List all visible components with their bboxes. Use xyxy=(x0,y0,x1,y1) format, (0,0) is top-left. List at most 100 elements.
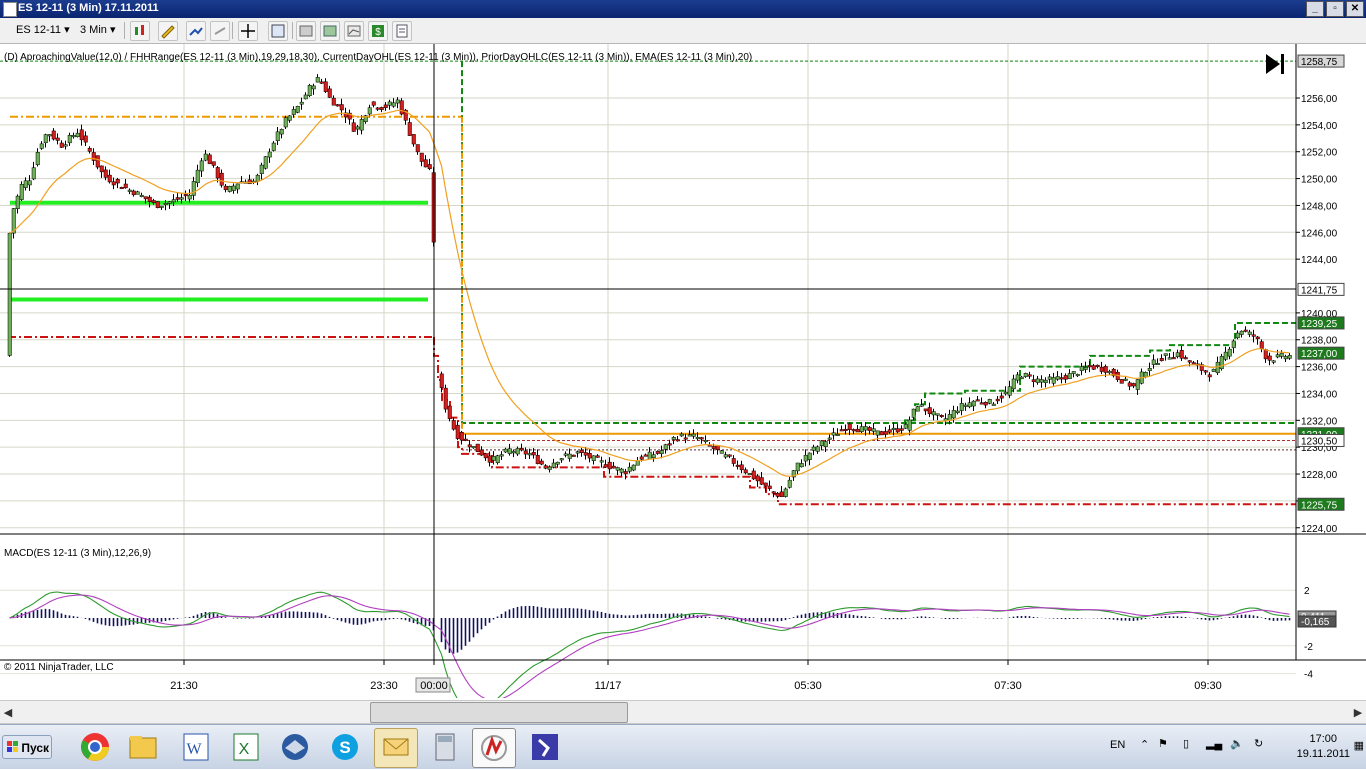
skype-icon[interactable]: S xyxy=(324,728,366,766)
template-icon[interactable] xyxy=(392,21,412,41)
candle-body xyxy=(279,128,284,135)
candle-body xyxy=(799,463,804,468)
candle-body xyxy=(851,429,856,432)
app-icon[interactable] xyxy=(524,728,566,766)
candle-body xyxy=(1275,354,1280,358)
remove-icon[interactable] xyxy=(210,21,230,41)
horizontal-scrollbar[interactable]: ◀ ▶ xyxy=(0,700,1366,724)
candle-body xyxy=(499,454,504,457)
candle-body xyxy=(99,165,104,173)
candle-body xyxy=(459,432,464,441)
candle-body xyxy=(1211,368,1216,372)
maximize-button[interactable]: ▫ xyxy=(1326,1,1344,17)
properties-icon[interactable] xyxy=(296,21,316,41)
scroll-left-icon[interactable]: ◀ xyxy=(2,706,14,719)
candle-body xyxy=(471,446,476,449)
ninjatrader-icon[interactable] xyxy=(472,728,516,768)
candle-body xyxy=(103,169,108,178)
candle-body xyxy=(595,455,600,458)
candle-body xyxy=(531,451,536,456)
candle-body xyxy=(811,446,816,451)
price-marker-label: 1237,00 xyxy=(1301,349,1338,360)
battery-icon[interactable]: ▯ xyxy=(1183,737,1189,750)
word-icon[interactable]: W xyxy=(174,728,216,766)
chart-panel[interactable]: (D) AproachingValue(12,0) / FHHRange(ES … xyxy=(0,44,1366,698)
candle-body xyxy=(211,161,216,166)
sync-icon[interactable]: ↻ xyxy=(1254,737,1263,750)
candle-body xyxy=(59,142,64,148)
calculator-icon[interactable] xyxy=(424,728,466,766)
dollar-icon[interactable]: $ xyxy=(368,21,388,41)
candle-body xyxy=(183,194,188,197)
flag-icon[interactable]: ⚑ xyxy=(1158,737,1168,750)
candle-body xyxy=(1263,349,1268,360)
candle-body xyxy=(275,131,280,142)
interval-selector[interactable]: 3 Min ▾ xyxy=(80,22,115,38)
candle-body xyxy=(1043,379,1048,383)
candle-body xyxy=(507,448,512,454)
instrument-selector[interactable]: ES 12-11 ▾ xyxy=(16,22,70,38)
macd-panel xyxy=(9,591,1291,698)
candle-body xyxy=(1227,348,1232,357)
candle-body xyxy=(931,411,936,416)
chart-trader-icon[interactable] xyxy=(344,21,364,41)
play-marker-icon xyxy=(1266,54,1284,74)
system-clock[interactable]: 17:00 19.11.2011 xyxy=(1297,732,1350,762)
candlestick-icon[interactable] xyxy=(130,21,150,41)
candle-body xyxy=(351,122,356,132)
candle-body xyxy=(567,453,572,459)
candle-body xyxy=(1191,362,1196,365)
candle-body xyxy=(323,81,328,92)
scrollbar-thumb[interactable] xyxy=(370,702,628,723)
price-tick-label: 1238,00 xyxy=(1301,336,1338,347)
zoom-icon[interactable] xyxy=(268,21,288,41)
candle-body xyxy=(555,461,560,465)
candle-body xyxy=(587,453,592,459)
candle-body xyxy=(647,451,652,460)
candle-body xyxy=(771,491,776,494)
candle-body xyxy=(979,402,984,405)
candle-body xyxy=(599,460,604,463)
candle-body xyxy=(1207,374,1212,378)
add-indicator-icon[interactable] xyxy=(186,21,206,41)
excel-icon[interactable]: X xyxy=(224,728,266,766)
windows-logo-icon xyxy=(7,741,18,752)
candle-body xyxy=(199,160,204,172)
chrome-icon[interactable] xyxy=(74,728,116,766)
start-button[interactable]: Пуск xyxy=(2,735,52,759)
candle-body xyxy=(31,167,36,180)
thunderbird-icon[interactable] xyxy=(274,728,316,766)
candle-body xyxy=(7,233,12,356)
scroll-right-icon[interactable]: ▶ xyxy=(1352,706,1364,719)
price-chart[interactable]: (D) AproachingValue(12,0) / FHHRange(ES … xyxy=(0,44,1366,698)
svg-text:S: S xyxy=(339,738,350,757)
pencil-icon[interactable] xyxy=(158,21,178,41)
minimize-button[interactable]: _ xyxy=(1306,1,1324,17)
candle-body xyxy=(863,426,868,431)
network-icon[interactable]: ▂▄ xyxy=(1206,737,1222,750)
candle-body xyxy=(291,109,296,115)
mail-icon[interactable] xyxy=(374,728,418,768)
explorer-icon[interactable] xyxy=(122,728,164,766)
volume-icon[interactable]: 🔈 xyxy=(1230,737,1244,750)
crosshair-icon[interactable] xyxy=(238,21,258,41)
language-indicator[interactable]: EN xyxy=(1110,739,1125,751)
candle-body xyxy=(1011,378,1016,390)
candle-body xyxy=(55,137,60,141)
candle-body xyxy=(259,164,264,174)
candle-body xyxy=(623,471,628,475)
candle-body xyxy=(787,479,792,488)
data-box-icon[interactable] xyxy=(320,21,340,41)
action-center-icon[interactable]: ▦ xyxy=(1354,739,1364,752)
show-hidden-icons-icon[interactable]: ⌃ xyxy=(1140,738,1149,751)
candle-body xyxy=(1123,378,1128,381)
candle-body xyxy=(963,404,968,407)
candle-body xyxy=(1107,371,1112,374)
candle-body xyxy=(627,466,632,472)
candle-body xyxy=(691,433,696,437)
candle-body xyxy=(51,130,56,140)
candle-body xyxy=(1035,378,1040,383)
candle-body xyxy=(551,462,556,468)
price-tick-label: 1232,00 xyxy=(1301,416,1338,427)
close-button[interactable]: ✕ xyxy=(1346,1,1364,17)
